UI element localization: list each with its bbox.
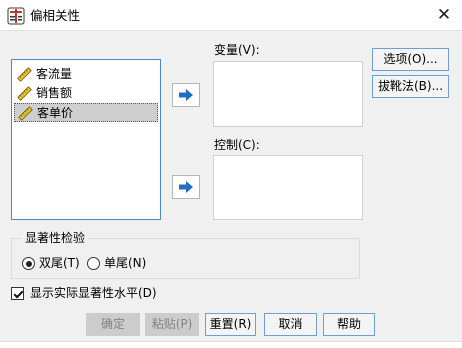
one-tailed-radio[interactable] xyxy=(87,257,100,270)
cancel-button[interactable]: 取消 xyxy=(264,313,317,336)
paste-button[interactable]: 粘贴(P) xyxy=(145,313,199,336)
control-box-label: 控制(C): xyxy=(214,138,260,152)
options-button[interactable]: 选项(O)... xyxy=(372,48,449,71)
variable-label: 销售额 xyxy=(36,86,73,100)
variable-item-sales[interactable]: 销售额 xyxy=(14,84,158,103)
partial-correlation-app-icon xyxy=(7,7,25,25)
variable-label: 客单价 xyxy=(37,106,74,120)
window-title: 偏相关性 xyxy=(30,8,81,23)
reset-button[interactable]: 重置(R) xyxy=(205,313,256,336)
ruler-scale-icon xyxy=(18,106,33,121)
move-to-control-button[interactable] xyxy=(172,175,200,199)
variables-target-list[interactable] xyxy=(213,61,363,127)
source-variable-list[interactable]: 客流量 销售额 客单价 xyxy=(11,59,161,220)
window-bottom-strip xyxy=(0,341,462,348)
help-button[interactable]: 帮助 xyxy=(323,313,375,336)
ruler-scale-icon xyxy=(17,67,32,82)
ruler-scale-icon xyxy=(17,86,32,101)
show-actual-significance-checkbox[interactable] xyxy=(11,287,24,300)
two-tailed-label[interactable]: 双尾(T) xyxy=(39,256,80,271)
variable-item-customer-flow[interactable]: 客流量 xyxy=(14,65,158,84)
control-target-list[interactable] xyxy=(213,155,363,220)
arrow-right-icon xyxy=(179,89,193,101)
close-icon[interactable]: ✕ xyxy=(427,1,461,30)
significance-test-legend: 显著性检验 xyxy=(22,231,89,246)
show-actual-significance-label[interactable]: 显示实际显著性水平(D) xyxy=(30,286,157,301)
bootstrap-button[interactable]: 拔靴法(B)... xyxy=(372,75,449,98)
one-tailed-label[interactable]: 单尾(N) xyxy=(104,256,146,271)
move-to-variables-button[interactable] xyxy=(172,83,200,107)
variables-box-label: 变量(V): xyxy=(214,43,260,57)
variable-item-unit-price[interactable]: 客单价 xyxy=(14,103,158,122)
arrow-right-icon xyxy=(179,181,193,193)
two-tailed-radio[interactable] xyxy=(22,257,35,270)
ok-button[interactable]: 确定 xyxy=(86,313,140,336)
variable-label: 客流量 xyxy=(36,67,73,81)
